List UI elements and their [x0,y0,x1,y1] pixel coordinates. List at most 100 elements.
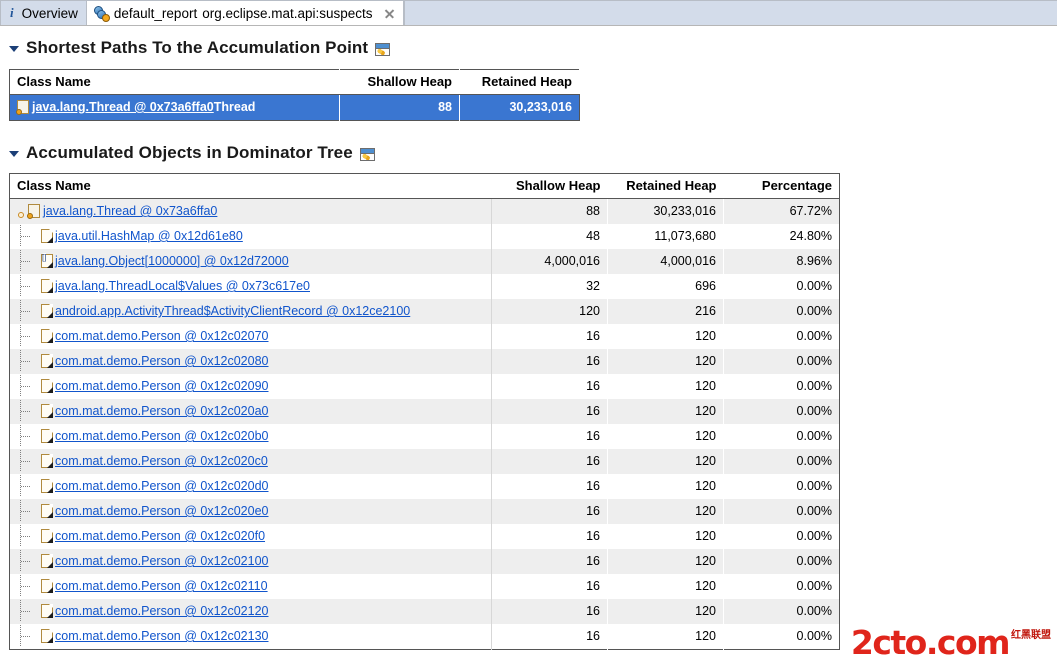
cell-class-name[interactable]: com.mat.demo.Person @ 0x12c02090 [10,374,492,399]
table-row[interactable]: com.mat.demo.Person @ 0x12c020c0161200.0… [10,449,840,474]
tree-branch-line [17,278,33,294]
object-link[interactable]: java.lang.Object[1000000] @ 0x12d72000 [55,254,289,268]
table-row[interactable]: com.mat.demo.Person @ 0x12c02120161200.0… [10,599,840,624]
object-link[interactable]: com.mat.demo.Person @ 0x12c02110 [55,579,268,593]
object-icon [41,454,53,468]
tree-indent [17,378,41,394]
cell-class-name[interactable]: com.mat.demo.Person @ 0x12c020c0 [10,449,492,474]
object-link[interactable]: com.mat.demo.Person @ 0x12c020e0 [55,504,269,518]
column-header-percentage[interactable]: Percentage [724,174,840,199]
object-link[interactable]: com.mat.demo.Person @ 0x12c02090 [55,379,269,393]
column-header-class-name[interactable]: Class Name [10,70,340,95]
object-link[interactable]: com.mat.demo.Person @ 0x12c02070 [55,329,269,343]
table-header-row: Class Name Shallow Heap Retained Heap Pe… [10,174,840,199]
object-link[interactable]: com.mat.demo.Person @ 0x12c020d0 [55,479,269,493]
cell-class-name[interactable]: java.lang.Thread @ 0x73a6ffa0 Thread [10,95,340,121]
table-row[interactable]: java.lang.Thread @ 0x73a6ffa0 Thread 88 … [10,95,580,121]
cell-class-name[interactable]: java.lang.ThreadLocal$Values @ 0x73c617e… [10,274,492,299]
tree-indent [17,228,41,244]
export-icon[interactable] [375,43,390,56]
table-row[interactable]: java.lang.ThreadLocal$Values @ 0x73c617e… [10,274,840,299]
cell-class-name[interactable]: com.mat.demo.Person @ 0x12c02120 [10,599,492,624]
column-header-retained-heap[interactable]: Retained Heap [608,174,724,199]
cell-shallow-heap: 16 [492,524,608,549]
cell-class-name[interactable]: java.lang.Thread @ 0x73a6ffa0 [10,199,492,225]
cell-class-name[interactable]: com.mat.demo.Person @ 0x12c020e0 [10,499,492,524]
column-header-retained-heap[interactable]: Retained Heap [460,70,580,95]
cell-percentage: 0.00% [724,449,840,474]
tab-overview[interactable]: i Overview [0,0,87,25]
cell-class-name[interactable]: com.mat.demo.Person @ 0x12c02100 [10,549,492,574]
export-icon[interactable] [360,148,375,161]
cell-shallow-heap: 88 [492,199,608,225]
cell-percentage: 0.00% [724,374,840,399]
close-icon[interactable] [384,8,395,19]
object-link[interactable]: java.lang.Thread @ 0x73a6ffa0 [32,100,214,114]
table-row[interactable]: com.mat.demo.Person @ 0x12c02070161200.0… [10,324,840,349]
cell-class-name[interactable]: com.mat.demo.Person @ 0x12c020d0 [10,474,492,499]
object-link[interactable]: android.app.ActivityThread$ActivityClien… [55,304,410,318]
cell-shallow-heap: 16 [492,374,608,399]
cell-class-name[interactable]: com.mat.demo.Person @ 0x12c02070 [10,324,492,349]
table-row[interactable]: com.mat.demo.Person @ 0x12c02100161200.0… [10,549,840,574]
cell-class-name[interactable]: com.mat.demo.Person @ 0x12c020a0 [10,399,492,424]
cell-shallow-heap: 16 [492,349,608,374]
table-row[interactable]: com.mat.demo.Person @ 0x12c020f0161200.0… [10,524,840,549]
cell-class-name[interactable]: com.mat.demo.Person @ 0x12c02080 [10,349,492,374]
table-row[interactable]: java.lang.Thread @ 0x73a6ffa08830,233,01… [10,199,840,225]
cell-class-name[interactable]: android.app.ActivityThread$ActivityClien… [10,299,492,324]
table-row[interactable]: java.util.HashMap @ 0x12d61e804811,073,6… [10,224,840,249]
object-link[interactable]: java.util.HashMap @ 0x12d61e80 [55,229,243,243]
table-row[interactable]: com.mat.demo.Person @ 0x12c02090161200.0… [10,374,840,399]
object-link[interactable]: com.mat.demo.Person @ 0x12c02130 [55,629,269,643]
cell-class-name[interactable]: com.mat.demo.Person @ 0x12c020b0 [10,424,492,449]
tree-indent [17,528,41,544]
table-row[interactable]: com.mat.demo.Person @ 0x12c02110161200.0… [10,574,840,599]
cell-retained-heap: 120 [608,624,724,650]
object-link[interactable]: com.mat.demo.Person @ 0x12c02080 [55,354,269,368]
table-row[interactable]: java.lang.Object[1000000] @ 0x12d720004,… [10,249,840,274]
table-row[interactable]: com.mat.demo.Person @ 0x12c020e0161200.0… [10,499,840,524]
section-title-dominator-tree: Accumulated Objects in Dominator Tree [26,143,353,163]
chevron-down-icon[interactable] [9,151,19,157]
table-row[interactable]: com.mat.demo.Person @ 0x12c020a0161200.0… [10,399,840,424]
cell-shallow-heap: 16 [492,624,608,650]
cell-percentage: 0.00% [724,299,840,324]
object-link[interactable]: java.lang.ThreadLocal$Values @ 0x73c617e… [55,279,310,293]
section-header-shortest-paths: Shortest Paths To the Accumulation Point [0,38,1057,58]
cell-class-name[interactable]: com.mat.demo.Person @ 0x12c02130 [10,624,492,650]
column-header-shallow-heap[interactable]: Shallow Heap [340,70,460,95]
object-link[interactable]: com.mat.demo.Person @ 0x12c020b0 [55,429,269,443]
tree-branch-line [17,253,33,269]
cell-class-name[interactable]: com.mat.demo.Person @ 0x12c020f0 [10,524,492,549]
table-row[interactable]: com.mat.demo.Person @ 0x12c02130161200.0… [10,624,840,650]
tree-indent [17,353,41,369]
object-link[interactable]: com.mat.demo.Person @ 0x12c020f0 [55,529,265,543]
object-link[interactable]: com.mat.demo.Person @ 0x12c02100 [55,554,269,568]
cell-class-name[interactable]: java.lang.Object[1000000] @ 0x12d72000 [10,249,492,274]
object-icon [41,354,53,368]
object-link[interactable]: java.lang.Thread @ 0x73a6ffa0 [43,204,217,218]
tab-bar-filler [404,0,1057,25]
tree-indent [17,403,41,419]
table-row[interactable]: com.mat.demo.Person @ 0x12c02080161200.0… [10,349,840,374]
cell-shallow-heap: 16 [492,549,608,574]
table-row[interactable]: com.mat.demo.Person @ 0x12c020d0161200.0… [10,474,840,499]
chevron-down-icon[interactable] [9,46,19,52]
cell-percentage: 67.72% [724,199,840,225]
cell-class-name[interactable]: java.util.HashMap @ 0x12d61e80 [10,224,492,249]
cell-percentage: 0.00% [724,524,840,549]
object-link[interactable]: com.mat.demo.Person @ 0x12c020a0 [55,404,269,418]
tree-branch-line [17,228,33,244]
tab-default-report[interactable]: default_report org.eclipse.mat.api:suspe… [87,0,404,25]
tree-branch-line [17,378,33,394]
object-link[interactable]: com.mat.demo.Person @ 0x12c02120 [55,604,269,618]
column-header-shallow-heap[interactable]: Shallow Heap [492,174,608,199]
cell-shallow-heap: 48 [492,224,608,249]
object-link[interactable]: com.mat.demo.Person @ 0x12c020c0 [55,454,268,468]
column-header-class-name[interactable]: Class Name [10,174,492,199]
tree-branch-line [17,403,33,419]
table-row[interactable]: com.mat.demo.Person @ 0x12c020b0161200.0… [10,424,840,449]
cell-class-name[interactable]: com.mat.demo.Person @ 0x12c02110 [10,574,492,599]
table-row[interactable]: android.app.ActivityThread$ActivityClien… [10,299,840,324]
